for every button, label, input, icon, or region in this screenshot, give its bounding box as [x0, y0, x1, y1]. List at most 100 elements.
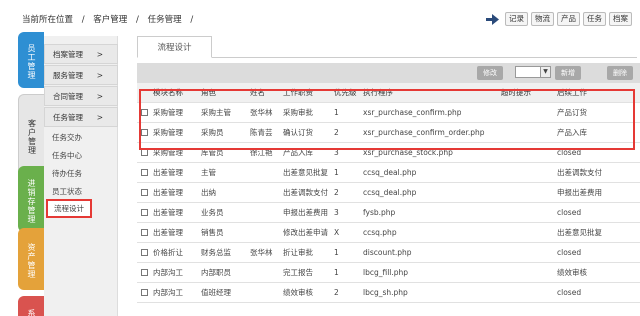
row-checkbox[interactable]	[141, 249, 148, 256]
row-checkbox[interactable]	[141, 289, 148, 296]
breadcrumb-item-location: 当前所在位置	[22, 15, 74, 25]
column-header[interactable]: 执行程序	[363, 83, 393, 103]
table-cell: closed	[557, 208, 582, 217]
sidebar-menu-task[interactable]: 任务管理 >	[44, 107, 118, 127]
quick-link-archive[interactable]: 档案	[609, 12, 632, 26]
table-row[interactable]: 出差管理 主管 出差意见批复 1 ccsq_deal.php 出差调款支付	[137, 163, 640, 183]
column-header[interactable]: 后续工作	[557, 83, 587, 103]
table-cell: lbcg_sh.php	[363, 288, 408, 297]
row-checkbox[interactable]	[141, 109, 148, 116]
new-button[interactable]: 新增	[555, 66, 581, 80]
sidebar-menu-contract[interactable]: 合同管理 >	[44, 86, 118, 106]
table-cell: 出纳	[201, 188, 216, 197]
table-cell: 采购管理	[153, 148, 183, 157]
table-cell: 张华林	[250, 108, 273, 117]
vtab-system[interactable]: 系	[18, 296, 44, 316]
sidebar-subitem-staff-status[interactable]: 员工状态	[52, 186, 82, 197]
table-cell: 1	[334, 248, 339, 257]
vtab-staff-label: 员工管理	[27, 44, 36, 80]
table-header-row: 模块名称 角色 姓名 工作职责 优先级 执行程序 超时提示 后续工作	[137, 83, 640, 103]
table-cell: 完工报告	[283, 268, 313, 277]
table-row[interactable]: 价格折让 财务总监 张华林 折让审批 1 discount.php closed	[137, 243, 640, 263]
table-row[interactable]: 内部沟工 值班经理 绩效审核 2 lbcg_sh.php closed	[137, 283, 640, 303]
sidebar: 档案管理 > 服务管理 > 合同管理 > 任务管理 > 任务交办 任务中心 待办…	[44, 36, 118, 316]
breadcrumb-separator: /	[81, 15, 85, 25]
sidebar-menu-service[interactable]: 服务管理 >	[44, 65, 118, 85]
table-cell: 值班经理	[201, 288, 231, 297]
table-cell: lbcg_fill.php	[363, 268, 409, 277]
chevron-right-icon: >	[96, 91, 103, 101]
sidebar-subitem-todo[interactable]: 待办任务	[52, 168, 82, 179]
table-row[interactable]: 出差管理 业务员 申报出差费用 3 fysb.php closed	[137, 203, 640, 223]
vtab-assets[interactable]: 资产管理	[18, 228, 44, 290]
table-row[interactable]: 内部沟工 内部职员 完工报告 1 lbcg_fill.php 绩效审核	[137, 263, 640, 283]
sidebar-subitem-flow-design[interactable]: 流程设计	[46, 199, 92, 218]
quick-link-task[interactable]: 任务	[583, 12, 606, 26]
vtab-customer[interactable]: 客户管理	[18, 94, 44, 176]
table-cell: 出差意见批复	[283, 168, 328, 177]
delete-button[interactable]: 删除	[607, 66, 633, 80]
modify-button[interactable]: 修改	[477, 66, 503, 80]
table-cell: 徐江艳	[250, 148, 273, 157]
table-cell: 出差管理	[153, 228, 183, 237]
row-checkbox[interactable]	[141, 269, 148, 276]
vtab-inventory-label: 进销存管理	[27, 178, 36, 224]
table-row[interactable]: 出差管理 出纳 出差调款支付 2 ccsq_deal.php 申报出差费用	[137, 183, 640, 203]
column-header[interactable]: 角色	[201, 83, 216, 103]
table-cell: 绩效审核	[557, 268, 587, 277]
row-checkbox[interactable]	[141, 209, 148, 216]
breadcrumb-item-customer[interactable]: 客户管理	[93, 15, 127, 25]
table-cell: 采购管理	[153, 128, 183, 137]
table-cell: 产品订货	[557, 108, 587, 117]
table-cell: ccsq_deal.php	[363, 168, 417, 177]
table-cell: 出差意见批复	[557, 228, 602, 237]
table-cell: closed	[557, 288, 582, 297]
vtab-customer-label: 客户管理	[27, 119, 37, 155]
table-cell: 出差管理	[153, 168, 183, 177]
breadcrumb: 当前所在位置 / 客户管理 / 任务管理 /	[22, 13, 199, 25]
breadcrumb-separator: /	[136, 15, 139, 25]
sidebar-subitem-assign[interactable]: 任务交办	[52, 132, 82, 143]
column-header[interactable]: 优先级	[334, 83, 357, 103]
table-cell: closed	[557, 248, 582, 257]
row-checkbox[interactable]	[141, 229, 148, 236]
quick-links: 记录 物流 产品 任务 档案	[486, 12, 632, 26]
table-row[interactable]: 采购管理 采购主管 张华林 采购审批 1 xsr_purchase_confirm.php…	[137, 103, 640, 123]
filter-select[interactable]: ▼	[515, 66, 551, 78]
row-checkbox[interactable]	[141, 149, 148, 156]
column-header[interactable]: 姓名	[250, 83, 265, 103]
column-header[interactable]: 工作职责	[283, 83, 313, 103]
table-cell: 申报出差费用	[283, 208, 328, 217]
table-cell: xsr_purchase_confirm.php	[363, 108, 462, 117]
tab-flow-design[interactable]: 流程设计	[137, 36, 212, 58]
table-cell: 内部职员	[201, 268, 231, 277]
table-cell: 采购管理	[153, 108, 183, 117]
vertical-module-tabs: 员工管理 客户管理 进销存管理 资产管理 系	[18, 28, 44, 316]
table-cell: 采购审批	[283, 108, 313, 117]
quick-link-logistics[interactable]: 物流	[531, 12, 554, 26]
quick-link-product[interactable]: 产品	[557, 12, 580, 26]
chevron-down-icon: ▼	[540, 67, 550, 77]
table-cell: 库管员	[201, 148, 224, 157]
vtab-staff[interactable]: 员工管理	[18, 32, 44, 88]
table-cell: 产品入库	[557, 128, 587, 137]
row-checkbox[interactable]	[141, 189, 148, 196]
sidebar-subitem-center[interactable]: 任务中心	[52, 150, 82, 161]
table-cell: ccsq_deal.php	[363, 188, 417, 197]
row-checkbox[interactable]	[141, 169, 148, 176]
table-cell: 修改出差申请	[283, 228, 328, 237]
table-cell: 1	[334, 108, 339, 117]
table-cell: discount.php	[363, 248, 412, 257]
row-checkbox[interactable]	[141, 129, 148, 136]
table-row[interactable]: 采购管理 库管员 徐江艳 产品入库 3 xsr_purchase_stock.php clo…	[137, 143, 640, 163]
table-row[interactable]: 出差管理 销售员 修改出差申请 Xccsq.php 出差意见批复	[137, 223, 640, 243]
table-cell: 产品入库	[283, 148, 313, 157]
sidebar-menu-label: 合同管理	[53, 91, 83, 101]
sidebar-menu-archive[interactable]: 档案管理 >	[44, 44, 118, 64]
vtab-inventory[interactable]: 进销存管理	[18, 166, 44, 232]
table-row[interactable]: 采购管理 采购员 陈青芸 确认订货 2 xsr_purchase_confirm_orde…	[137, 123, 640, 143]
column-header[interactable]: 超时提示	[501, 83, 531, 103]
quick-link-record[interactable]: 记录	[505, 12, 528, 26]
column-header[interactable]: 模块名称	[153, 83, 183, 103]
breadcrumb-item-task[interactable]: 任务管理	[148, 15, 182, 25]
